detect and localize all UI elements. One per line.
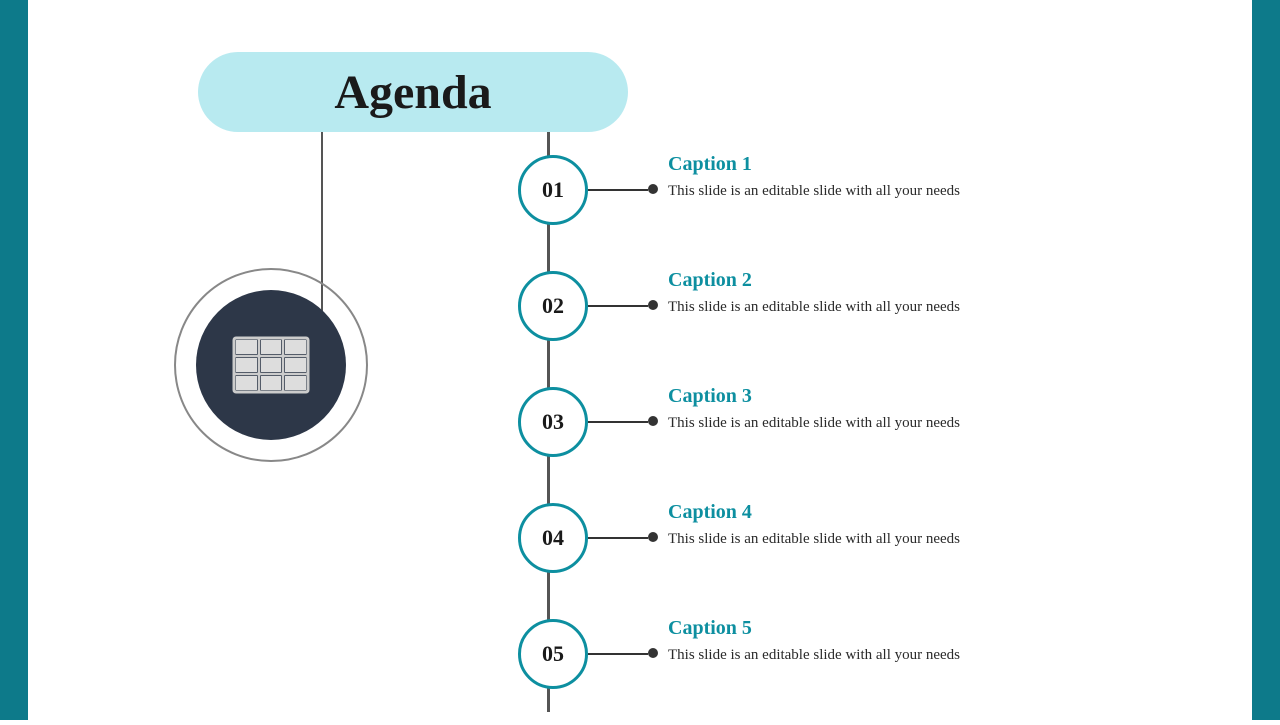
- caption-body-5: This slide is an editable slide with all…: [668, 644, 960, 667]
- connector-dot-4: [648, 532, 658, 542]
- timeline-item-2: 02 Caption 2 This slide is an editable s…: [518, 261, 1218, 377]
- caption-title-3: Caption 3: [668, 385, 960, 408]
- connector-line-1: [588, 189, 648, 191]
- timeline-item-1: 01 Caption 1 This slide is an editable s…: [518, 145, 1218, 261]
- timeline-item-5: 05 Caption 5 This slide is an editable s…: [518, 609, 1218, 725]
- node-circle-1: 01: [518, 155, 588, 225]
- icon-circle: [196, 290, 346, 440]
- node-circle-4: 04: [518, 503, 588, 573]
- caption-area-4: Caption 4 This slide is an editable slid…: [658, 493, 960, 551]
- caption-body-2: This slide is an editable slide with all…: [668, 296, 960, 319]
- node-circle-5: 05: [518, 619, 588, 689]
- connector-line-2: [588, 305, 648, 307]
- connector-line-5: [588, 653, 648, 655]
- table-icon: [232, 336, 310, 394]
- page-title: Agenda: [334, 65, 491, 120]
- node-circle-2: 02: [518, 271, 588, 341]
- connector-line-3: [588, 421, 648, 423]
- timeline-item-4: 04 Caption 4 This slide is an editable s…: [518, 493, 1218, 609]
- connector-dot-5: [648, 648, 658, 658]
- left-icon-area: [196, 290, 346, 440]
- caption-area-3: Caption 3 This slide is an editable slid…: [658, 377, 960, 435]
- connector-dot-2: [648, 300, 658, 310]
- caption-area-1: Caption 1 This slide is an editable slid…: [658, 145, 960, 203]
- right-border: [1252, 0, 1280, 720]
- node-circle-3: 03: [518, 387, 588, 457]
- connector-dot-1: [648, 184, 658, 194]
- caption-body-3: This slide is an editable slide with all…: [668, 412, 960, 435]
- caption-title-1: Caption 1: [668, 153, 960, 176]
- left-border: [0, 0, 28, 720]
- title-pill: Agenda: [198, 52, 628, 132]
- caption-title-2: Caption 2: [668, 269, 960, 292]
- timeline-container: 01 Caption 1 This slide is an editable s…: [518, 145, 1218, 725]
- connector-dot-3: [648, 416, 658, 426]
- caption-body-1: This slide is an editable slide with all…: [668, 180, 960, 203]
- main-content: Agenda: [28, 0, 1252, 720]
- caption-body-4: This slide is an editable slide with all…: [668, 528, 960, 551]
- caption-title-5: Caption 5: [668, 617, 960, 640]
- connector-line-4: [588, 537, 648, 539]
- caption-area-2: Caption 2 This slide is an editable slid…: [658, 261, 960, 319]
- caption-area-5: Caption 5 This slide is an editable slid…: [658, 609, 960, 667]
- caption-title-4: Caption 4: [668, 501, 960, 524]
- timeline-item-3: 03 Caption 3 This slide is an editable s…: [518, 377, 1218, 493]
